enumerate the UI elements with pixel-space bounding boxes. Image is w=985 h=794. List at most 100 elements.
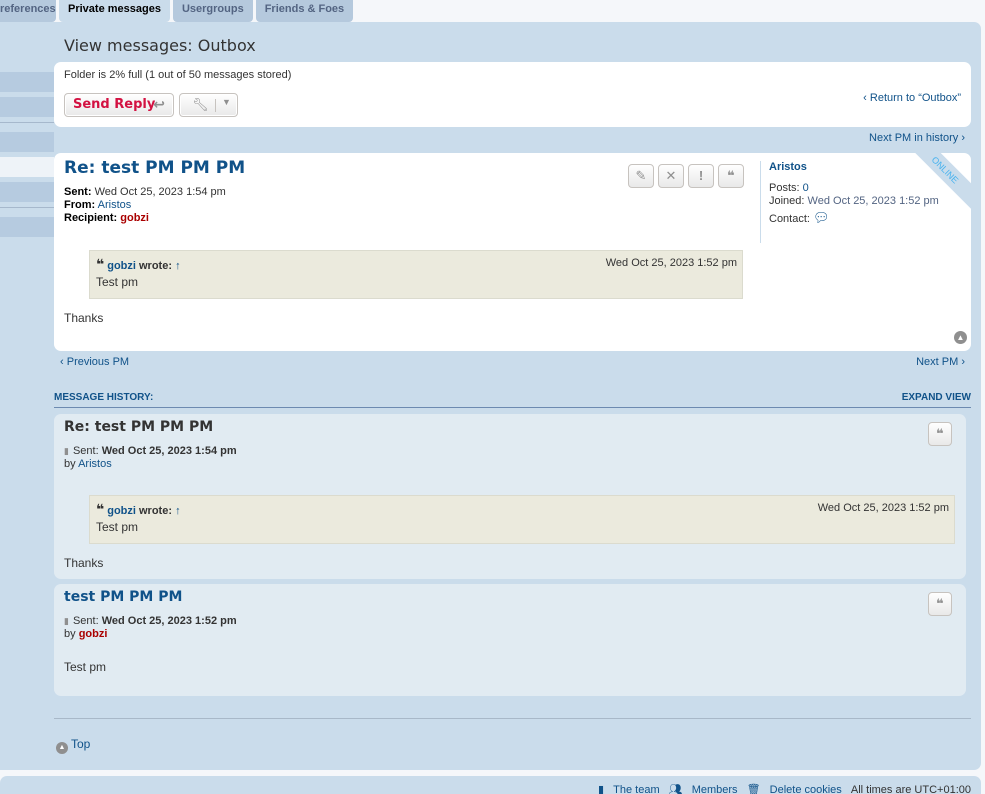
ucp-tabs: references Private messages Usergroups F… xyxy=(0,0,356,22)
button-separator xyxy=(215,99,216,112)
history-meta: ▮ Sent: Wed Oct 25, 2023 1:54 pm by Arist… xyxy=(64,445,237,471)
history-title: Re: test PM PM PM xyxy=(64,419,214,435)
quote-block: ❝ gobzi wrote: ↑ Wed Oct 25, 2023 1:52 pm… xyxy=(89,495,955,544)
message-post: Re: test PM PM PM Sent: Wed Oct 25, 2023… xyxy=(54,153,971,351)
quote-text: Test pm xyxy=(96,520,139,534)
reply-icon: ↩ xyxy=(153,97,165,113)
footer-navbar: ▮ The team 👥︎ Members 🗑︎ Delete cookies … xyxy=(0,776,981,794)
history-body: Thanks xyxy=(64,556,104,570)
by-label: by xyxy=(64,628,76,640)
side-nav-divider xyxy=(0,207,54,209)
quote-cite: ❝ gobzi wrote: ↑ xyxy=(96,501,181,518)
side-nav-divider xyxy=(0,122,54,124)
quote-icon: ❝ xyxy=(96,501,105,517)
side-nav-item-selected[interactable] xyxy=(0,157,54,177)
file-icon: ▮ xyxy=(64,616,69,626)
the-team-label: The team xyxy=(613,784,660,794)
side-nav-item[interactable] xyxy=(0,72,54,92)
members-label: Members xyxy=(691,784,738,794)
joined-date: Wed Oct 25, 2023 1:52 pm xyxy=(807,195,939,207)
history-meta: ▮ Sent: Wed Oct 25, 2023 1:52 pm by gobzi xyxy=(64,615,237,641)
recipient-label: Recipient: xyxy=(64,212,118,224)
sent-date: Wed Oct 25, 2023 1:54 pm xyxy=(94,186,226,198)
quote-icon: ❝ xyxy=(936,426,944,441)
the-team-link[interactable]: ▮ The team xyxy=(592,784,660,794)
side-nav-item[interactable] xyxy=(0,217,54,237)
tab-friends-foes[interactable]: Friends & Foes xyxy=(255,0,354,22)
tab-preferences[interactable]: references xyxy=(0,0,56,22)
back-to-top-icon[interactable]: ▲ xyxy=(954,331,967,344)
circle-up-icon: ▲ xyxy=(56,742,68,754)
recipient-user-link[interactable]: gobzi xyxy=(120,212,149,224)
sent-label: Sent: xyxy=(72,445,99,457)
close-icon: ✕ xyxy=(665,168,677,183)
quote-button[interactable]: ❝ xyxy=(718,164,744,188)
quote-source-arrow[interactable]: ↑ xyxy=(175,505,181,517)
delete-button[interactable]: ✕ xyxy=(658,164,684,188)
delete-cookies-link[interactable]: 🗑︎ Delete cookies xyxy=(741,784,842,794)
send-reply-label: Send Reply xyxy=(73,97,156,112)
quote-date: Wed Oct 25, 2023 1:52 pm xyxy=(817,502,949,514)
quote-icon: ❝ xyxy=(936,596,944,611)
previous-pm-link[interactable]: ‹ Previous PM xyxy=(60,356,129,368)
joined-label: Joined: xyxy=(769,195,805,207)
send-reply-button[interactable]: Send Reply ↩ xyxy=(64,93,174,117)
chevron-right-icon: › xyxy=(958,132,965,144)
tools-dropdown-button[interactable]: 🔧︎ ▼ xyxy=(179,93,238,117)
file-icon: ▮ xyxy=(64,446,69,456)
pencil-icon: ✎ xyxy=(635,168,647,183)
quote-button[interactable]: ❝ xyxy=(928,422,952,446)
previous-pm-label: Previous PM xyxy=(66,356,130,368)
quote-button[interactable]: ❝ xyxy=(928,592,952,616)
by-label: by xyxy=(64,458,76,470)
caret-down-icon: ▼ xyxy=(222,97,231,107)
posts-label: Posts: xyxy=(769,182,800,194)
contact-bubble-icon[interactable]: 💬︎ xyxy=(813,210,830,225)
expand-view-link[interactable]: EXPAND VIEW xyxy=(902,392,971,403)
side-nav-item[interactable] xyxy=(0,97,54,117)
quote-source-arrow[interactable]: ↑ xyxy=(175,260,181,272)
trash-icon: 🗑︎ xyxy=(746,784,761,794)
next-pm-link[interactable]: Next PM › xyxy=(916,356,965,368)
quote-icon: ❝ xyxy=(96,256,105,272)
message-history-label: MESSAGE HISTORY: xyxy=(54,392,154,403)
wrench-icon: 🔧︎ xyxy=(192,97,209,112)
next-pm-in-history-link[interactable]: Next PM in history › xyxy=(869,132,965,144)
delete-cookies-label: Delete cookies xyxy=(769,784,842,794)
side-navigation xyxy=(0,72,54,242)
quote-date: Wed Oct 25, 2023 1:52 pm xyxy=(605,257,737,269)
tab-private-messages[interactable]: Private messages xyxy=(59,0,170,22)
side-nav-item[interactable] xyxy=(0,132,54,152)
tab-usergroups[interactable]: Usergroups xyxy=(172,0,253,22)
edit-button[interactable]: ✎ xyxy=(628,164,654,188)
chevron-left-icon: ‹ xyxy=(863,92,870,104)
sent-label: Sent: xyxy=(72,615,99,627)
next-history-label: Next PM in history xyxy=(869,132,959,144)
from-user-link[interactable]: Aristos xyxy=(98,199,132,211)
folder-status: Folder is 2% full (1 out of 50 messages … xyxy=(64,69,292,81)
posts-count[interactable]: 0 xyxy=(803,182,809,194)
sent-date: Wed Oct 25, 2023 1:54 pm xyxy=(101,445,237,457)
quote-wrote: wrote: xyxy=(139,505,172,517)
members-link[interactable]: 👥︎ Members xyxy=(663,784,738,794)
top-link[interactable]: ▲ Top xyxy=(56,737,90,754)
exclamation-icon: ! xyxy=(698,168,704,183)
sent-date: Wed Oct 25, 2023 1:52 pm xyxy=(101,615,237,627)
report-button[interactable]: ! xyxy=(688,164,714,188)
shield-icon: ▮ xyxy=(598,784,605,794)
page-title: View messages: Outbox xyxy=(64,36,256,55)
post-title[interactable]: Re: test PM PM PM xyxy=(64,158,245,178)
quote-author-link[interactable]: gobzi xyxy=(107,260,136,272)
return-to-outbox-link[interactable]: ‹ Return to “Outbox” xyxy=(863,92,961,104)
quote-author-link[interactable]: gobzi xyxy=(107,505,136,517)
control-panel-main: View messages: Outbox Folder is 2% full … xyxy=(0,22,981,770)
chevron-right-icon: › xyxy=(958,356,965,368)
side-nav-item[interactable] xyxy=(0,182,54,202)
history-title[interactable]: test PM PM PM xyxy=(64,589,182,605)
divider xyxy=(54,718,971,719)
next-pm-label: Next PM xyxy=(916,356,959,368)
quote-icon: ❝ xyxy=(727,168,735,183)
footer-links: ▮ The team 👥︎ Members 🗑︎ Delete cookies … xyxy=(592,783,971,794)
author-link[interactable]: Aristos xyxy=(78,458,112,470)
author-link[interactable]: gobzi xyxy=(79,628,108,640)
